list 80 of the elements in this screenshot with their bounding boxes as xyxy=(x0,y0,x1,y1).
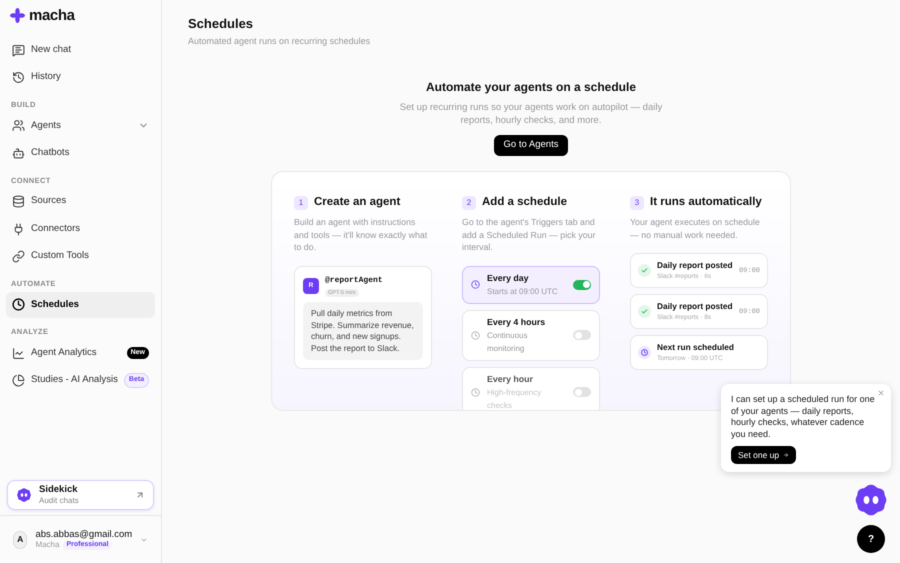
arrow-icon xyxy=(135,490,145,500)
pie-chart-icon xyxy=(12,374,25,387)
sidekick-blob-icon xyxy=(853,482,889,518)
clock-icon xyxy=(471,280,480,290)
sidekick-subtitle: Audit chats xyxy=(39,496,80,506)
schedule-title: Every day xyxy=(487,272,530,285)
schedule-option[interactable]: Every 4 hours Continuous monitoring xyxy=(462,310,600,361)
line-chart-icon xyxy=(12,346,25,360)
close-icon[interactable] xyxy=(877,389,885,397)
step-title: Add a schedule xyxy=(482,195,567,210)
sidekick-title: Sidekick xyxy=(39,484,79,496)
agent-prompt: Pull daily metrics from Stripe. Summarize revenue, churn, and new signups. Post the report to Slack. xyxy=(303,302,423,360)
history-icon xyxy=(12,71,25,84)
blob-face-icon xyxy=(16,487,32,503)
sidebar-item-label: Sources xyxy=(31,194,68,208)
sidebar-item-label: Chatbots xyxy=(31,146,70,160)
toggle-switch[interactable] xyxy=(573,330,591,340)
toggle-switch[interactable] xyxy=(573,280,591,290)
go-to-agents-button[interactable]: Go to Agents xyxy=(494,135,568,156)
sidebar-item[interactable]: Custom Tools xyxy=(6,244,155,270)
schedule-title: Every 4 hours xyxy=(487,316,546,329)
step-title: It runs automatically xyxy=(650,195,762,210)
page-title: Schedules xyxy=(188,15,254,33)
sidebar-item-label: History xyxy=(31,70,62,84)
run-title: Daily report posted xyxy=(657,300,733,312)
robot-icon xyxy=(12,146,25,160)
sidekick-card[interactable]: Sidekick Audit chats xyxy=(7,480,154,510)
sidebar-item[interactable]: Chatbots xyxy=(6,140,155,166)
popup-message: I can set up a scheduled run for one of your agents — daily reports, hourly checks, whatever cadence you need. xyxy=(731,394,876,440)
hero-title: Automate your agents on a schedule xyxy=(426,79,636,96)
org-name: Macha xyxy=(35,540,60,550)
sidebar-item-label: Agent Analytics xyxy=(31,346,98,360)
step-number: 3 xyxy=(630,196,644,210)
clock-icon xyxy=(12,298,25,312)
schedule-title: Every hour xyxy=(487,372,534,386)
clock-icon xyxy=(471,330,480,340)
database-icon xyxy=(12,195,25,208)
step-title: Create an agent xyxy=(314,195,400,210)
sidebar-item-label: Agents xyxy=(31,118,62,133)
clock-icon xyxy=(471,388,480,397)
sidebar-item[interactable]: Connectors xyxy=(6,216,155,242)
step-number: 1 xyxy=(294,196,308,210)
plug-icon xyxy=(12,222,25,236)
step-number: 2 xyxy=(462,196,476,210)
sidebar-item-label: Connectors xyxy=(31,222,82,236)
step-description: Build an agent with instructions and tools — it'll know exactly what to do. xyxy=(294,216,428,254)
sidebar-item[interactable]: Schedules xyxy=(6,292,155,318)
run-title: Daily report posted xyxy=(657,258,733,271)
hero-text: Set up recurring runs so your agents work on autopilot — daily reports, hourly checks, and more. xyxy=(398,101,664,127)
schedule-subtitle: High-frequency checks xyxy=(487,386,542,410)
sidebar-item-label: Custom Tools xyxy=(31,249,90,264)
sidebar-item-label: New chat xyxy=(31,42,72,57)
run-title: Next run scheduled xyxy=(657,340,735,353)
link-icon xyxy=(12,250,25,263)
check-icon xyxy=(638,305,651,318)
clock-icon xyxy=(638,346,651,360)
schedule-option[interactable]: Every day Starts at 09:00 UTC xyxy=(462,266,600,304)
agent-name: @reportAgent xyxy=(325,274,383,287)
step-description: Your agent executes on schedule — no manual work needed. xyxy=(630,216,761,242)
schedule-subtitle: Continuous monitoring xyxy=(487,330,528,355)
flower-logo-icon xyxy=(10,8,25,23)
sidebar-item[interactable]: Sources xyxy=(6,188,155,214)
sidebar-item-label: Schedules xyxy=(31,298,80,312)
sidebar-item[interactable]: History xyxy=(6,64,155,90)
logo-text: macha xyxy=(29,8,75,23)
chat-icon xyxy=(12,44,25,56)
page-subtitle: Automated agent runs on recurring schedules xyxy=(188,34,372,48)
toggle-switch[interactable] xyxy=(573,387,591,398)
arrow-right-icon xyxy=(783,452,790,458)
avatar: A xyxy=(13,530,28,548)
step-description: Go to the agent's Triggers tab and add a Scheduled Run — pick your interval. xyxy=(462,216,596,254)
users-icon xyxy=(12,119,25,132)
set-one-up-button[interactable]: Set one up xyxy=(731,446,796,464)
schedule-option[interactable]: Every hour High-frequency checks xyxy=(462,366,600,410)
sidebar-item[interactable]: Agents xyxy=(6,112,155,139)
schedule-subtitle: Starts at 09:00 UTC xyxy=(487,286,559,298)
check-icon xyxy=(638,264,651,278)
sidebar-item[interactable]: New chat xyxy=(6,37,155,63)
user-email: abs.abbas@gmail.com xyxy=(35,528,132,540)
sidebar-item-label: Studies - AI Analysis xyxy=(31,373,118,388)
